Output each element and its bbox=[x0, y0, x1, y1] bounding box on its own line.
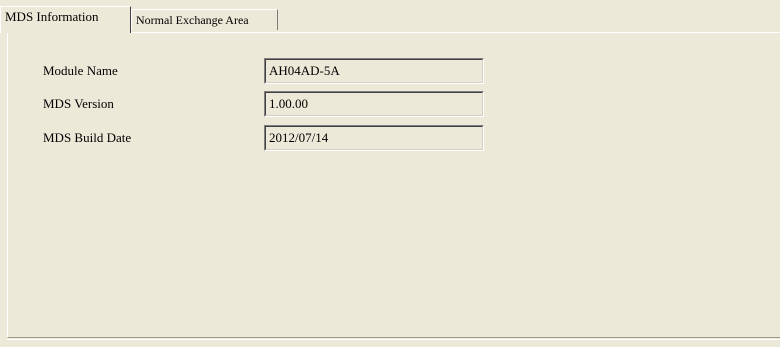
mds-build-date-value: 2012/07/14 bbox=[269, 130, 329, 145]
tab-normal-exchange-area[interactable]: Normal Exchange Area bbox=[131, 9, 278, 30]
tab-label: MDS Information bbox=[5, 9, 99, 24]
tab-bar: MDS Information Normal Exchange Area bbox=[0, 0, 780, 33]
tab-mds-information[interactable]: MDS Information bbox=[0, 6, 131, 33]
mds-version-row: MDS Version 1.00.00 bbox=[43, 91, 503, 117]
module-name-label: Module Name bbox=[43, 63, 118, 78]
module-name-field[interactable]: AH04AD-5A bbox=[264, 58, 484, 84]
panel-bottom-highlight bbox=[7, 339, 780, 340]
mds-build-date-label: MDS Build Date bbox=[43, 130, 132, 145]
mds-version-value: 1.00.00 bbox=[269, 96, 308, 111]
module-name-row: Module Name AH04AD-5A bbox=[43, 58, 503, 84]
module-name-value: AH04AD-5A bbox=[269, 63, 340, 78]
mds-version-field[interactable]: 1.00.00 bbox=[264, 91, 484, 117]
mds-version-label: MDS Version bbox=[43, 96, 114, 111]
tab-label: Normal Exchange Area bbox=[136, 13, 249, 27]
mds-build-date-row: MDS Build Date 2012/07/14 bbox=[43, 125, 503, 151]
mds-build-date-field[interactable]: 2012/07/14 bbox=[264, 125, 484, 151]
mds-information-panel: Module Name AH04AD-5A MDS Version 1.00.0… bbox=[7, 32, 780, 338]
